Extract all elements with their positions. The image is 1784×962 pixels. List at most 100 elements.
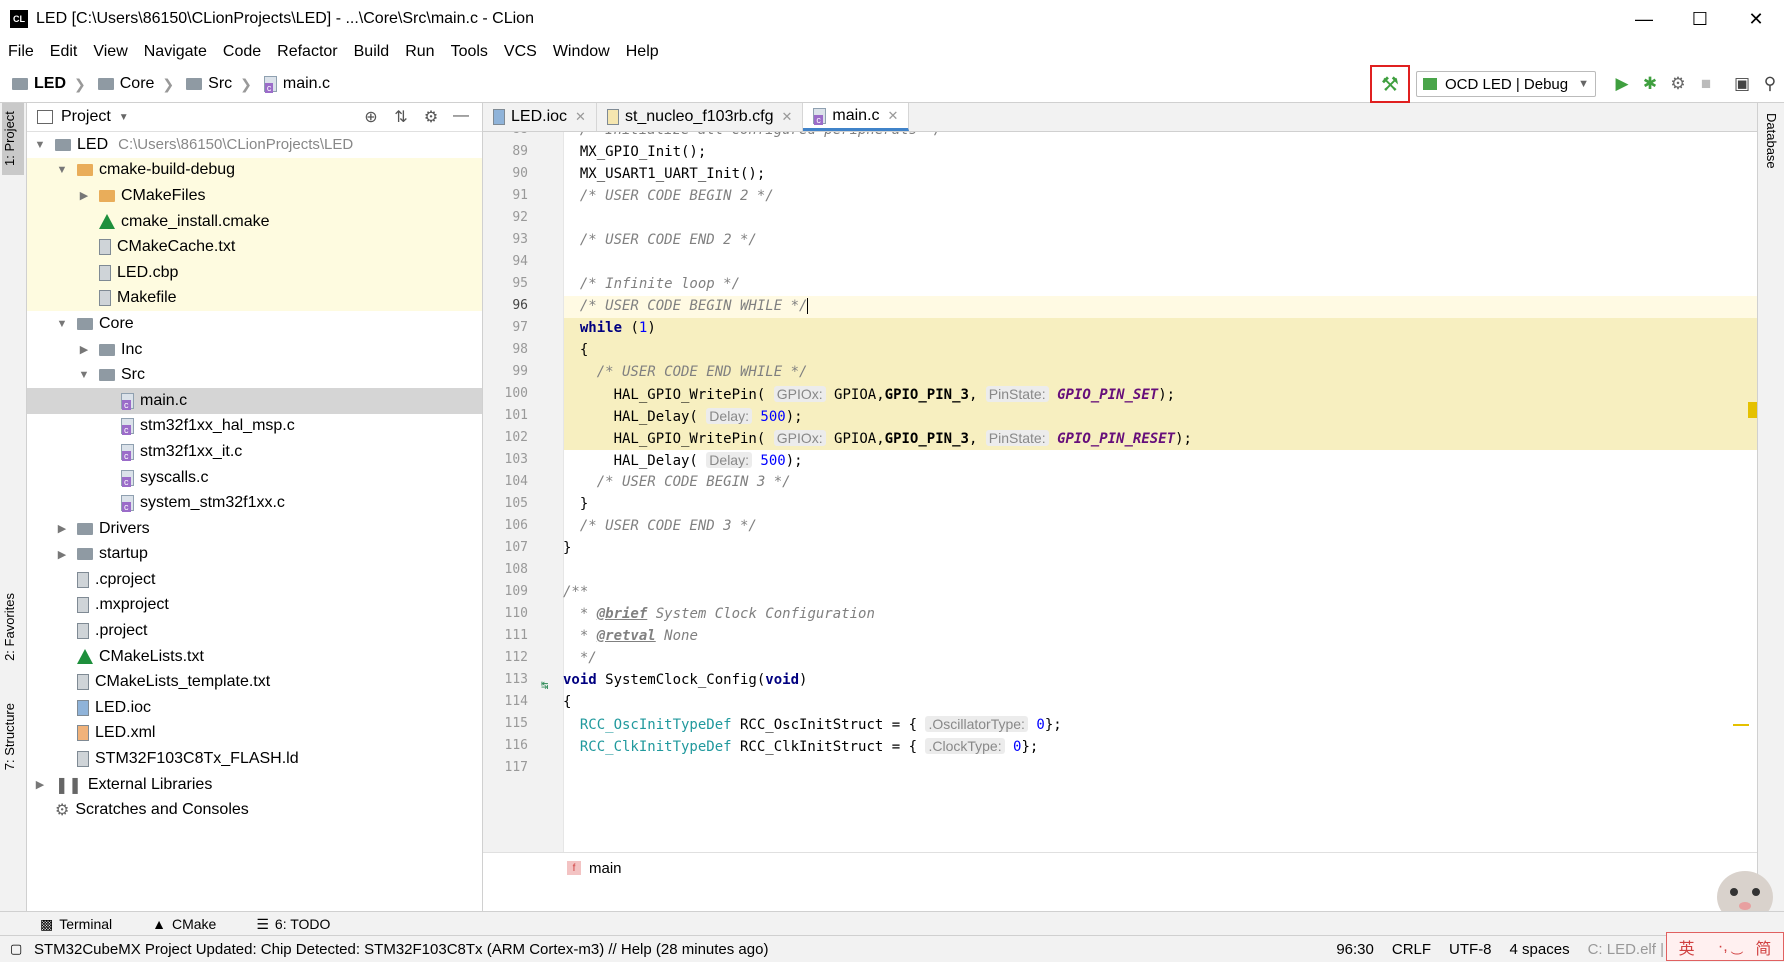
library-icon: ❚❚ bbox=[55, 776, 82, 794]
expand-arrow-icon[interactable]: ▼ bbox=[77, 369, 91, 381]
menu-navigate[interactable]: Navigate bbox=[136, 43, 215, 61]
expand-arrow-icon[interactable]: ▶ bbox=[77, 343, 91, 356]
tree-item-cproject[interactable]: .cproject bbox=[27, 567, 482, 593]
hide-panel-icon[interactable]: — bbox=[446, 107, 476, 127]
expand-arrow-icon[interactable]: ▶ bbox=[55, 522, 69, 535]
close-tab-icon[interactable]: ✕ bbox=[781, 109, 792, 125]
menu-build[interactable]: Build bbox=[346, 43, 398, 61]
tab-led-ioc[interactable]: LED.ioc ✕ bbox=[483, 103, 597, 131]
menu-vcs[interactable]: VCS bbox=[496, 43, 545, 61]
menu-file[interactable]: File bbox=[0, 43, 42, 61]
breadcrumb-main-c[interactable]: main.c bbox=[263, 75, 330, 93]
tree-item-system-stm32[interactable]: system_stm32f1xx.c bbox=[27, 490, 482, 516]
stop-icon[interactable]: ■ bbox=[1692, 74, 1720, 94]
run-play-icon[interactable]: ▶ bbox=[1608, 74, 1636, 94]
resolve-context[interactable]: C: LED.elf | bbox=[1588, 941, 1664, 958]
cmake-icon bbox=[77, 649, 93, 665]
ime-punctuation[interactable]: ·, ͜ bbox=[1718, 938, 1732, 956]
ime-language[interactable]: 英 bbox=[1679, 935, 1695, 959]
tree-item-mxproject[interactable]: .mxproject bbox=[27, 593, 482, 619]
tree-item-startup[interactable]: ▶ startup bbox=[27, 542, 482, 568]
search-icon[interactable]: ⚲ bbox=[1756, 74, 1784, 94]
breadcrumb-led[interactable]: LED ❯ bbox=[12, 75, 86, 93]
cmake-tool-button[interactable]: ▲ CMake bbox=[152, 916, 216, 932]
menu-run[interactable]: Run bbox=[397, 43, 442, 61]
maximize-button[interactable]: ☐ bbox=[1672, 0, 1728, 38]
expand-arrow-icon[interactable]: ▼ bbox=[33, 139, 47, 151]
menu-code[interactable]: Code bbox=[215, 43, 269, 61]
editor-breadcrumb-function[interactable]: main bbox=[589, 860, 622, 877]
file-encoding[interactable]: UTF-8 bbox=[1449, 941, 1492, 958]
tree-item-makefile[interactable]: Makefile bbox=[27, 285, 482, 312]
menu-edit[interactable]: Edit bbox=[42, 43, 86, 61]
ime-simplified[interactable]: 简 bbox=[1755, 935, 1771, 959]
tree-item-project[interactable]: .project bbox=[27, 618, 482, 644]
tree-item-syscalls[interactable]: syscalls.c bbox=[27, 465, 482, 491]
indent-setting[interactable]: 4 spaces bbox=[1510, 941, 1570, 958]
settings-gear-icon[interactable]: ⚙ bbox=[416, 107, 446, 127]
project-tool-tab[interactable]: 1: Project bbox=[2, 103, 24, 175]
ime-toolbar[interactable]: 英 ·, ͜ 简 bbox=[1666, 932, 1784, 961]
tree-item-it-c[interactable]: stm32f1xx_it.c bbox=[27, 439, 482, 465]
line-separator[interactable]: CRLF bbox=[1392, 941, 1431, 958]
status-message[interactable]: STM32CubeMX Project Updated: Chip Detect… bbox=[34, 941, 768, 958]
code-editor[interactable]: 88 89 90 91 92 93 94 95 96 97 98 99 100 … bbox=[483, 132, 1758, 852]
tree-item-inc[interactable]: ▶ Inc bbox=[27, 337, 482, 363]
structure-tool-tab[interactable]: 7: Structure bbox=[2, 703, 17, 770]
close-tab-icon[interactable]: ✕ bbox=[575, 109, 586, 125]
debug-bug-icon[interactable]: ✱ bbox=[1636, 74, 1664, 94]
todo-tool-button[interactable]: ☰ 6: TODO bbox=[256, 916, 330, 933]
panel-toggle-icon[interactable]: ▢ bbox=[10, 941, 22, 957]
run-configuration-select[interactable]: OCD LED | Debug ▼ bbox=[1415, 71, 1596, 97]
build-hammer-button[interactable]: ⚒ bbox=[1369, 65, 1410, 103]
tree-item-led-ioc[interactable]: LED.ioc bbox=[27, 695, 482, 721]
layout-window-icon[interactable]: ▣ bbox=[1728, 74, 1756, 94]
tree-item-flash-ld[interactable]: STM32F103C8Tx_FLASH.ld bbox=[27, 746, 482, 772]
tree-item-led-xml[interactable]: LED.xml bbox=[27, 721, 482, 747]
menu-help[interactable]: Help bbox=[618, 43, 667, 61]
right-tool-stripe: Database bbox=[1757, 103, 1784, 911]
favorites-tool-tab[interactable]: 2: Favorites bbox=[2, 593, 17, 661]
tab-st-nucleo-cfg[interactable]: st_nucleo_f103rb.cfg ✕ bbox=[597, 103, 804, 131]
tree-item-main-c[interactable]: main.c bbox=[27, 387, 482, 414]
expand-arrow-icon[interactable]: ▼ bbox=[55, 164, 69, 176]
breadcrumb-core[interactable]: Core ❯ bbox=[97, 75, 174, 93]
expand-arrow-icon[interactable]: ▶ bbox=[33, 778, 47, 791]
menu-window[interactable]: Window bbox=[545, 43, 618, 61]
expand-arrow-icon[interactable]: ▶ bbox=[55, 548, 69, 561]
tree-item-cmake-build-debug[interactable]: ▼ cmake-build-debug bbox=[27, 157, 482, 184]
project-panel-title[interactable]: Project bbox=[61, 108, 111, 126]
chevron-down-icon[interactable]: ▼ bbox=[119, 112, 129, 123]
tree-item-cmakelists-template[interactable]: CMakeLists_template.txt bbox=[27, 669, 482, 695]
close-tab-icon[interactable]: ✕ bbox=[888, 108, 899, 124]
menu-tools[interactable]: Tools bbox=[443, 43, 496, 61]
close-button[interactable]: ✕ bbox=[1728, 0, 1784, 38]
tree-item-cmakefiles[interactable]: ▶ CMakeFiles bbox=[27, 183, 482, 209]
collapse-all-icon[interactable]: ⇅ bbox=[386, 107, 416, 127]
run-with-coverage-icon[interactable]: ⚙ bbox=[1664, 74, 1692, 94]
menu-refactor[interactable]: Refactor bbox=[269, 43, 345, 61]
expand-arrow-icon[interactable]: ▼ bbox=[55, 318, 69, 330]
tree-item-led[interactable]: ▼ LED C:\Users\86150\CLionProjects\LED bbox=[27, 132, 482, 158]
breadcrumb-src[interactable]: Src ❯ bbox=[186, 75, 252, 93]
tree-item-led-cbp[interactable]: LED.cbp bbox=[27, 259, 482, 286]
menu-view[interactable]: View bbox=[85, 43, 135, 61]
tree-item-cmakelists[interactable]: CMakeLists.txt bbox=[27, 644, 482, 670]
tree-item-hal-msp[interactable]: stm32f1xx_hal_msp.c bbox=[27, 414, 482, 440]
database-tool-tab[interactable]: Database bbox=[1764, 113, 1779, 169]
tree-item-scratches[interactable]: ⚙ Scratches and Consoles bbox=[27, 797, 482, 823]
caret-position[interactable]: 96:30 bbox=[1336, 941, 1374, 958]
locate-target-icon[interactable]: ⊕ bbox=[356, 107, 386, 127]
tree-item-drivers[interactable]: ▶ Drivers bbox=[27, 516, 482, 542]
tree-item-external-libraries[interactable]: ▶ ❚❚ External Libraries bbox=[27, 772, 482, 798]
tree-item-cmakecache[interactable]: CMakeCache.txt bbox=[27, 234, 482, 260]
expand-arrow-icon[interactable]: ▶ bbox=[77, 189, 91, 202]
tree-item-label: Core bbox=[99, 314, 134, 332]
tree-item-cmake-install[interactable]: cmake_install.cmake bbox=[27, 208, 482, 235]
terminal-tool-button[interactable]: ▩ Terminal bbox=[40, 916, 112, 933]
minimize-button[interactable]: — bbox=[1616, 0, 1672, 38]
tree-item-src[interactable]: ▼ Src bbox=[27, 362, 482, 388]
tree-item-core[interactable]: ▼ Core bbox=[27, 311, 482, 337]
tab-main-c[interactable]: main.c ✕ bbox=[803, 103, 910, 131]
override-gutter-icon[interactable]: ↹ bbox=[541, 678, 548, 692]
